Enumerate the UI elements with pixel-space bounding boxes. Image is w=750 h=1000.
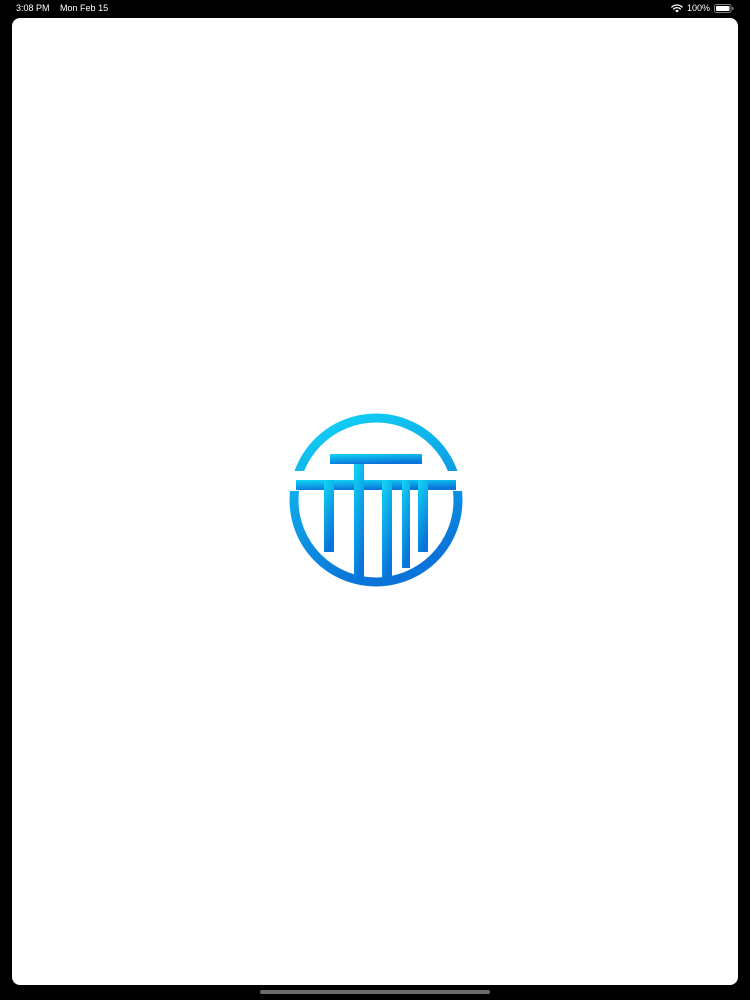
tt-circle-logo-icon bbox=[286, 410, 466, 590]
status-time: 3:08 PM bbox=[16, 3, 50, 13]
app-screen bbox=[12, 18, 738, 985]
status-date: Mon Feb 15 bbox=[60, 3, 109, 13]
device-frame: 3:08 PM Mon Feb 15 100% bbox=[0, 0, 750, 1000]
home-indicator[interactable] bbox=[260, 990, 490, 994]
status-right: 100% bbox=[671, 0, 734, 16]
wifi-icon bbox=[671, 3, 683, 13]
battery-percent: 100% bbox=[686, 3, 710, 13]
status-bar: 3:08 PM Mon Feb 15 100% bbox=[0, 0, 750, 16]
status-left: 3:08 PM Mon Feb 15 bbox=[16, 0, 108, 16]
battery-icon bbox=[714, 3, 734, 13]
